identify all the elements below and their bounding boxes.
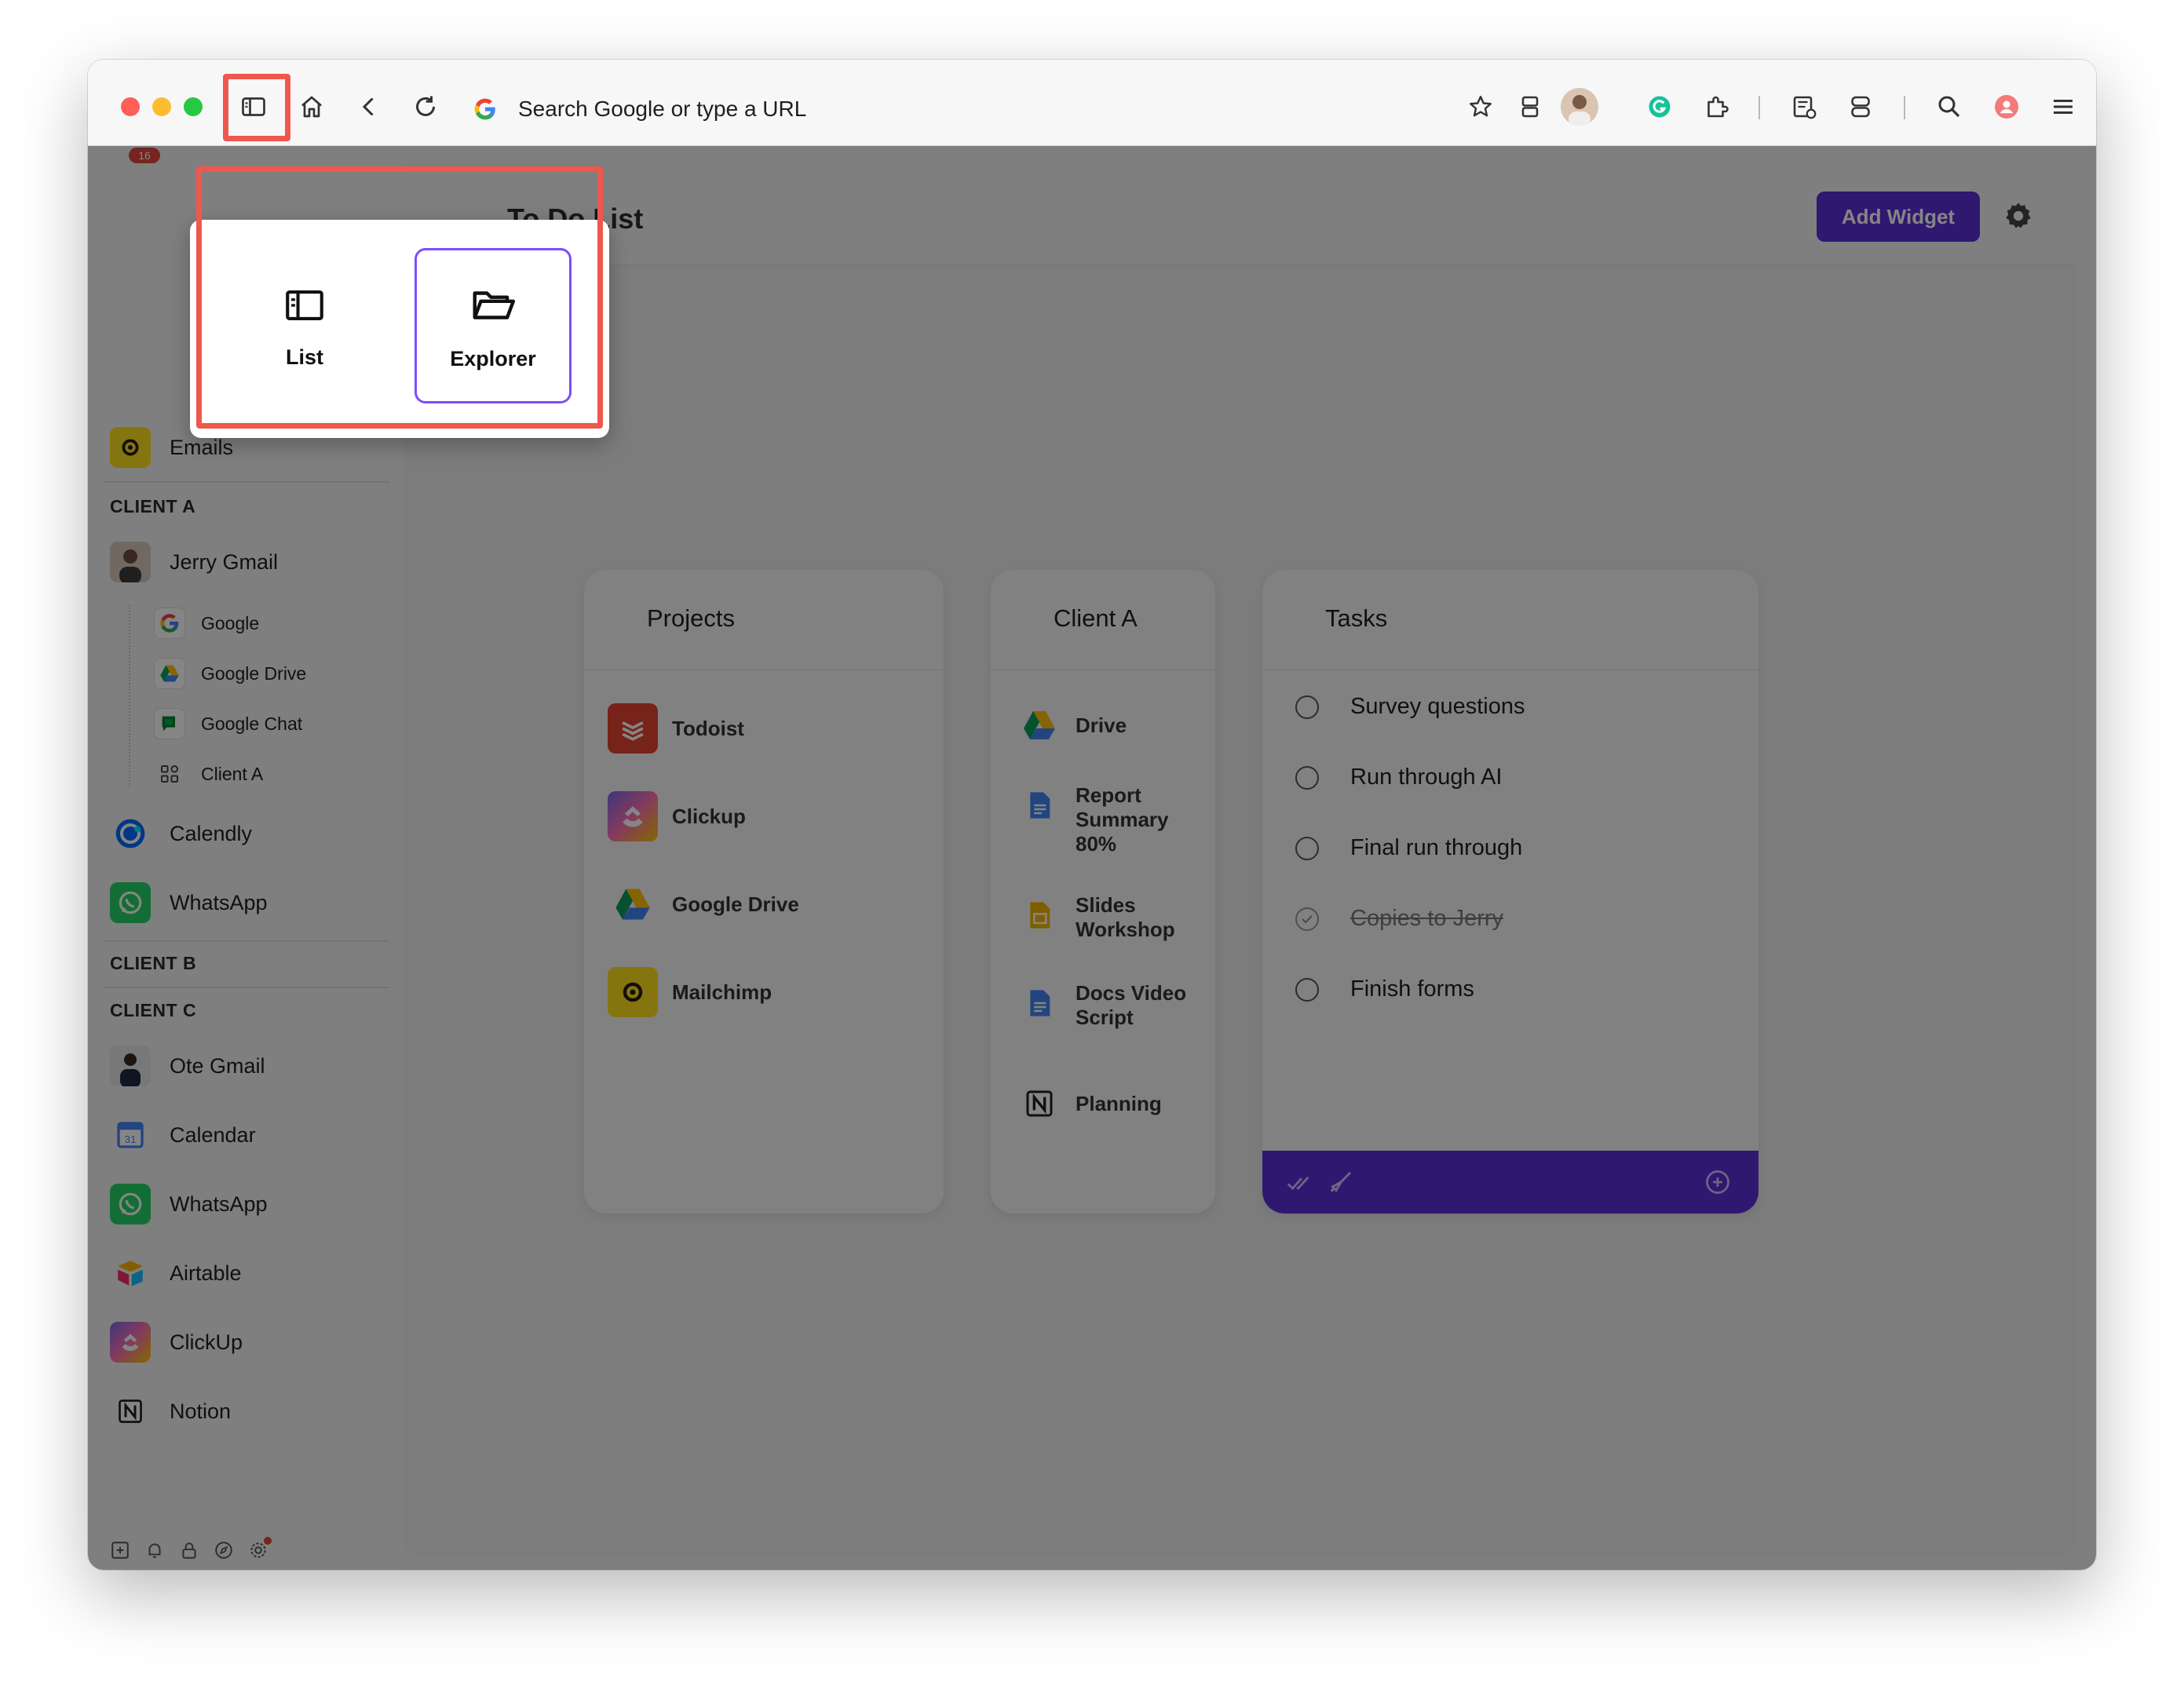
extensions-button[interactable] <box>1695 85 1739 129</box>
minimize-window-button[interactable] <box>152 97 171 116</box>
reload-button[interactable] <box>404 85 447 129</box>
close-window-button[interactable] <box>121 97 140 116</box>
google-icon <box>469 93 501 125</box>
person-icon <box>1995 95 2018 119</box>
back-button[interactable] <box>347 85 391 129</box>
reading-list-button[interactable] <box>1782 85 1826 129</box>
browser-toolbar: Search Google or type a URL <box>88 60 2096 146</box>
search-icon <box>1938 96 1960 118</box>
hamburger-icon <box>2054 100 2073 114</box>
search-button[interactable] <box>1927 85 1971 129</box>
stack-icon <box>1521 96 1539 118</box>
star-icon <box>1470 96 1492 117</box>
tab-strip-button[interactable] <box>1508 85 1552 129</box>
toolbar-separator <box>1904 96 1905 119</box>
home-button[interactable] <box>290 85 334 129</box>
reading-list-icon <box>1793 96 1817 119</box>
chevron-left-icon <box>362 97 374 116</box>
bookmark-button[interactable] <box>1459 85 1503 129</box>
highlight-sidebar-toggle <box>223 74 290 141</box>
browser-window: Search Google or type a URL 16 Emails CL… <box>88 60 2096 1570</box>
home-icon <box>301 96 322 118</box>
omnibox-placeholder: Search Google or type a URL <box>518 97 807 121</box>
menu-button[interactable] <box>2041 85 2085 129</box>
highlight-layout-popover <box>196 166 603 429</box>
maximize-window-button[interactable] <box>184 97 203 116</box>
reload-icon <box>416 96 435 116</box>
toolbar-separator <box>1759 96 1760 119</box>
tab-search-button[interactable] <box>1839 85 1883 129</box>
account-button[interactable] <box>1985 85 2029 129</box>
grammarly-button[interactable] <box>1638 85 1682 129</box>
puzzle-icon <box>1707 96 1729 118</box>
profile-avatar[interactable] <box>1561 88 1598 126</box>
tab-manager-icon <box>1851 96 1870 118</box>
grammarly-icon <box>1649 96 1671 118</box>
